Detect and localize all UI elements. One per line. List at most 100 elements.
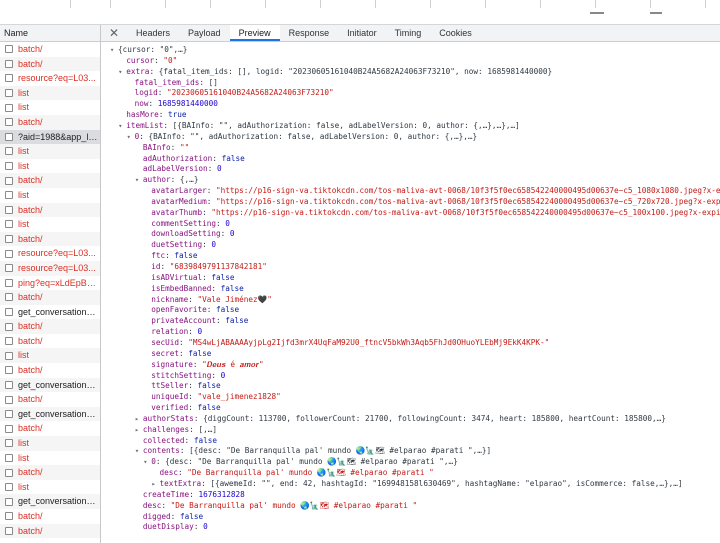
request-row[interactable]: ?aid=1988&app_la... [0,129,100,145]
request-checkbox[interactable] [5,497,13,506]
json-value: 0 [216,164,222,174]
name-column-header[interactable]: Name [0,25,100,42]
tab-timing[interactable]: Timing [386,25,431,41]
request-row[interactable]: list [0,217,100,232]
json-tree-line[interactable]: ▾ itemList: [{BAInfo: "", adAuthorization… [118,120,519,131]
request-row[interactable]: batch/ [0,56,100,72]
request-row[interactable]: batch/ [0,421,100,436]
request-row[interactable]: batch/ [0,392,100,407]
request-row[interactable]: batch/ [0,202,100,218]
request-checkbox[interactable] [5,147,13,156]
request-row[interactable]: get_conversation_list [0,305,100,320]
request-row[interactable]: batch/ [0,290,100,305]
json-tree-line[interactable]: ▾ 0: {desc: "De Barranquilla pal' mundo 🌏… [143,456,458,467]
request-checkbox[interactable] [5,468,13,477]
network-timeline-overview[interactable] [0,0,720,25]
request-checkbox[interactable] [5,526,13,535]
request-checkbox[interactable] [5,410,13,419]
request-row[interactable]: resource?eq=L03... [0,260,100,276]
request-row[interactable]: get_conversation_list [0,494,100,509]
request-checkbox[interactable] [5,307,13,316]
timeline-tick [320,0,321,8]
request-checkbox[interactable] [5,235,13,244]
request-row[interactable]: batch/ [0,42,100,57]
request-row[interactable]: ping?eq=xLdEpBB... [0,276,100,291]
request-row[interactable]: batch/ [0,173,100,188]
request-row[interactable]: list [0,159,100,174]
request-row[interactable]: list [0,348,100,364]
close-icon[interactable]: ✕ [101,25,127,41]
request-checkbox[interactable] [5,278,13,287]
request-row[interactable]: list [0,188,100,203]
json-tree-line[interactable]: ▾ author: {,…} [135,174,199,185]
request-row[interactable]: batch/ [0,523,100,539]
tab-initiator[interactable]: Initiator [338,25,386,41]
request-row[interactable]: batch/ [0,363,100,378]
tab-response[interactable]: Response [280,25,339,41]
expanded-arrow-icon[interactable]: ▾ [135,175,143,186]
expanded-arrow-icon[interactable]: ▾ [135,446,143,457]
request-checkbox[interactable] [5,176,13,185]
timeline-tick [650,0,651,8]
request-checkbox[interactable] [5,512,13,521]
request-row[interactable]: batch/ [0,465,100,480]
request-checkbox[interactable] [5,264,13,273]
request-checkbox[interactable] [5,483,13,492]
request-row[interactable]: list [0,436,100,451]
request-row[interactable]: get_conversation_list [0,377,100,393]
request-checkbox[interactable] [5,337,13,346]
request-checkbox[interactable] [5,59,13,68]
json-tree-line[interactable]: ▾ 0: {BAInfo: "", adAuthorization: false,… [127,131,478,142]
request-row[interactable]: batch/ [0,319,100,334]
json-tree-line: duetDisplay: 0 [135,521,208,532]
request-row[interactable]: batch/ [0,509,100,524]
request-checkbox[interactable] [5,424,13,433]
request-checkbox[interactable] [5,132,13,141]
request-checkbox[interactable] [5,45,13,54]
request-row[interactable]: list [0,85,100,101]
request-checkbox[interactable] [5,205,13,214]
request-checkbox[interactable] [5,293,13,302]
tab-headers[interactable]: Headers [127,25,179,41]
request-row[interactable]: get_conversation_list [0,406,100,422]
json-tree-line[interactable]: ▸ textExtra: [{awemeId: "", end: 42, hash… [152,478,683,489]
request-row[interactable]: batch/ [0,231,100,247]
request-checkbox[interactable] [5,74,13,83]
request-row[interactable]: batch/ [0,114,100,130]
request-row[interactable]: list [0,451,100,466]
request-checkbox[interactable] [5,162,13,171]
request-checkbox[interactable] [5,103,13,112]
request-checkbox[interactable] [5,439,13,448]
expanded-arrow-icon[interactable]: ▾ [110,45,118,56]
request-row[interactable]: list [0,144,100,159]
request-checkbox[interactable] [5,322,13,331]
json-tree-line[interactable]: ▾ contents: [{desc: "De Barranquilla pal'… [135,445,491,456]
request-checkbox[interactable] [5,366,13,375]
json-tree-line[interactable]: ▸ authorStats: {diggCount: 113700, follow… [135,413,666,424]
json-value: : [202,272,212,282]
request-checkbox[interactable] [5,395,13,404]
json-tree-line[interactable]: ▾ extra: {fatal_item_ids: [], logid: "202… [118,66,552,77]
expanded-arrow-icon[interactable]: ▾ [127,132,135,143]
request-row[interactable]: resource?eq=L03... [0,71,100,86]
request-row[interactable]: batch/ [0,334,100,349]
request-row[interactable]: list [0,480,100,495]
request-checkbox[interactable] [5,118,13,127]
json-tree-line[interactable]: ▸ challenges: [,…] [135,424,217,435]
json-value: "De Barranquilla pal' mundo 🌏🗽🗺 #elparao… [170,500,418,510]
expanded-arrow-icon[interactable]: ▾ [143,457,151,468]
json-key: downloadSetting [151,229,221,239]
request-checkbox[interactable] [5,191,13,200]
tab-preview[interactable]: Preview [229,25,280,41]
tab-cookies[interactable]: Cookies [430,25,481,41]
request-checkbox[interactable] [5,351,13,360]
request-checkbox[interactable] [5,220,13,229]
request-checkbox[interactable] [5,89,13,98]
request-checkbox[interactable] [5,453,13,462]
json-tree-line[interactable]: ▾ {cursor: "0",…} [110,44,187,55]
tab-payload[interactable]: Payload [179,25,230,41]
request-row[interactable]: resource?eq=L03... [0,246,100,261]
request-checkbox[interactable] [5,380,13,389]
request-row[interactable]: list [0,100,100,115]
request-checkbox[interactable] [5,249,13,258]
